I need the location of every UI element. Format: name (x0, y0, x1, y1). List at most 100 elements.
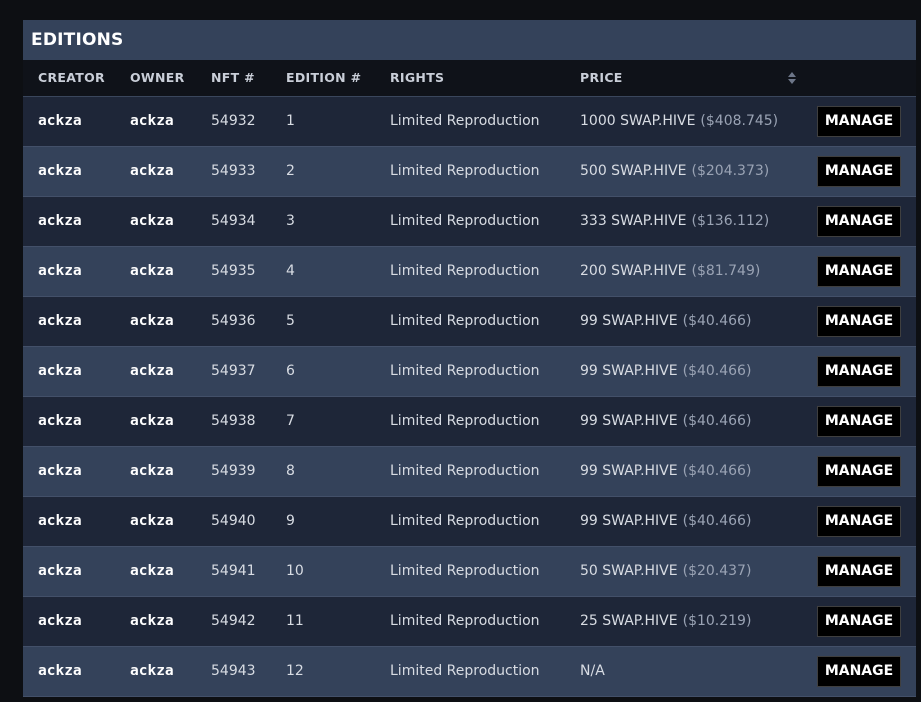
edition-number-cell: 2 (286, 163, 295, 179)
creator-cell[interactable]: ackza (38, 397, 82, 446)
price-amount: 500 SWAP.HIVE (580, 163, 687, 179)
owner-cell[interactable]: ackza (130, 347, 174, 396)
creator-cell[interactable]: ackza (38, 347, 82, 396)
price-usd: ($40.466) (682, 363, 752, 379)
edition-number-cell: 8 (286, 463, 295, 479)
price-usd: ($408.745) (700, 113, 779, 129)
manage-button[interactable]: MANAGE (817, 206, 901, 237)
creator-cell[interactable]: ackza (38, 447, 82, 496)
table-header: CREATOR OWNER NFT # EDITION # RIGHTS PRI… (23, 60, 916, 97)
edition-number-cell: 11 (286, 613, 304, 629)
nft-number-cell: 54938 (211, 413, 256, 429)
price-amount: 99 SWAP.HIVE (580, 413, 678, 429)
owner-cell[interactable]: ackza (130, 597, 174, 646)
manage-button[interactable]: MANAGE (817, 556, 901, 587)
rights-cell: Limited Reproduction (390, 113, 540, 129)
header-owner[interactable]: OWNER (130, 60, 185, 96)
table-row: ackza ackza 54935 4 Limited Reproduction 200 … (23, 247, 916, 297)
header-nft[interactable]: NFT # (211, 60, 255, 96)
rights-cell: Limited Reproduction (390, 263, 540, 279)
manage-button[interactable]: MANAGE (817, 356, 901, 387)
nft-number-cell: 54943 (211, 663, 256, 679)
edition-number-cell: 6 (286, 363, 295, 379)
price-cell: N/A (580, 647, 610, 696)
manage-button[interactable]: MANAGE (817, 256, 901, 287)
table-row: ackza ackza 54940 9 Limited Reproduction 99 S… (23, 497, 916, 547)
rights-cell: Limited Reproduction (390, 213, 540, 229)
price-cell: 99 SWAP.HIVE ($40.466) (580, 497, 751, 546)
manage-button[interactable]: MANAGE (817, 156, 901, 187)
manage-button[interactable]: MANAGE (817, 406, 901, 437)
owner-cell[interactable]: ackza (130, 447, 174, 496)
nft-number-cell: 54940 (211, 513, 256, 529)
sort-icon[interactable] (788, 71, 796, 85)
price-cell: 1000 SWAP.HIVE ($408.745) (580, 97, 778, 146)
rights-cell: Limited Reproduction (390, 413, 540, 429)
owner-cell[interactable]: ackza (130, 497, 174, 546)
manage-button[interactable]: MANAGE (817, 106, 901, 137)
price-amount: 333 SWAP.HIVE (580, 213, 687, 229)
price-amount: 99 SWAP.HIVE (580, 513, 678, 529)
owner-cell[interactable]: ackza (130, 547, 174, 596)
price-usd: ($40.466) (682, 313, 752, 329)
price-cell: 99 SWAP.HIVE ($40.466) (580, 397, 751, 446)
table-row: ackza ackza 54941 10 Limited Reproduction 50 … (23, 547, 916, 597)
table-row: ackza ackza 54936 5 Limited Reproduction 99 S… (23, 297, 916, 347)
header-rights[interactable]: RIGHTS (390, 60, 444, 96)
table-row: ackza ackza 54942 11 Limited Reproduction 25 … (23, 597, 916, 647)
nft-number-cell: 54933 (211, 163, 256, 179)
creator-cell[interactable]: ackza (38, 197, 82, 246)
creator-cell[interactable]: ackza (38, 247, 82, 296)
rights-cell: Limited Reproduction (390, 663, 540, 679)
price-usd: ($20.437) (682, 563, 752, 579)
edition-number-cell: 3 (286, 213, 295, 229)
nft-number-cell: 54941 (211, 563, 256, 579)
creator-cell[interactable]: ackza (38, 597, 82, 646)
manage-button[interactable]: MANAGE (817, 606, 901, 637)
header-edition[interactable]: EDITION # (286, 60, 361, 96)
edition-number-cell: 12 (286, 663, 304, 679)
edition-number-cell: 4 (286, 263, 295, 279)
creator-cell[interactable]: ackza (38, 497, 82, 546)
price-amount: 200 SWAP.HIVE (580, 263, 687, 279)
owner-cell[interactable]: ackza (130, 147, 174, 196)
manage-button[interactable]: MANAGE (817, 656, 901, 687)
table-row: ackza ackza 54933 2 Limited Reproduction 500 … (23, 147, 916, 197)
rights-cell: Limited Reproduction (390, 513, 540, 529)
owner-cell[interactable]: ackza (130, 197, 174, 246)
price-usd: ($40.466) (682, 463, 752, 479)
creator-cell[interactable]: ackza (38, 547, 82, 596)
rights-cell: Limited Reproduction (390, 563, 540, 579)
manage-button[interactable]: MANAGE (817, 456, 901, 487)
nft-number-cell: 54942 (211, 613, 256, 629)
editions-panel: EDITIONS CREATOR OWNER NFT # EDITION # R… (23, 20, 916, 697)
owner-cell[interactable]: ackza (130, 397, 174, 446)
owner-cell[interactable]: ackza (130, 297, 174, 346)
panel-header: EDITIONS (23, 20, 916, 60)
creator-cell[interactable]: ackza (38, 297, 82, 346)
edition-number-cell: 5 (286, 313, 295, 329)
table-row: ackza ackza 54937 6 Limited Reproduction 99 S… (23, 347, 916, 397)
creator-cell[interactable]: ackza (38, 147, 82, 196)
manage-button[interactable]: MANAGE (817, 506, 901, 537)
price-amount: 99 SWAP.HIVE (580, 363, 678, 379)
price-usd: ($40.466) (682, 413, 752, 429)
rights-cell: Limited Reproduction (390, 613, 540, 629)
creator-cell[interactable]: ackza (38, 97, 82, 146)
header-creator[interactable]: CREATOR (38, 60, 105, 96)
price-amount: N/A (580, 663, 605, 679)
owner-cell[interactable]: ackza (130, 647, 174, 696)
owner-cell[interactable]: ackza (130, 97, 174, 146)
header-price[interactable]: PRICE (580, 60, 623, 96)
manage-button[interactable]: MANAGE (817, 306, 901, 337)
price-usd: ($10.219) (682, 613, 752, 629)
owner-cell[interactable]: ackza (130, 247, 174, 296)
table-row: ackza ackza 54939 8 Limited Reproduction 99 S… (23, 447, 916, 497)
price-usd: ($81.749) (691, 263, 761, 279)
edition-number-cell: 9 (286, 513, 295, 529)
price-cell: 25 SWAP.HIVE ($10.219) (580, 597, 751, 646)
price-amount: 50 SWAP.HIVE (580, 563, 678, 579)
price-cell: 500 SWAP.HIVE ($204.373) (580, 147, 769, 196)
creator-cell[interactable]: ackza (38, 647, 82, 696)
table-body: ackza ackza 54932 1 Limited Reproduction 1000… (23, 97, 916, 697)
